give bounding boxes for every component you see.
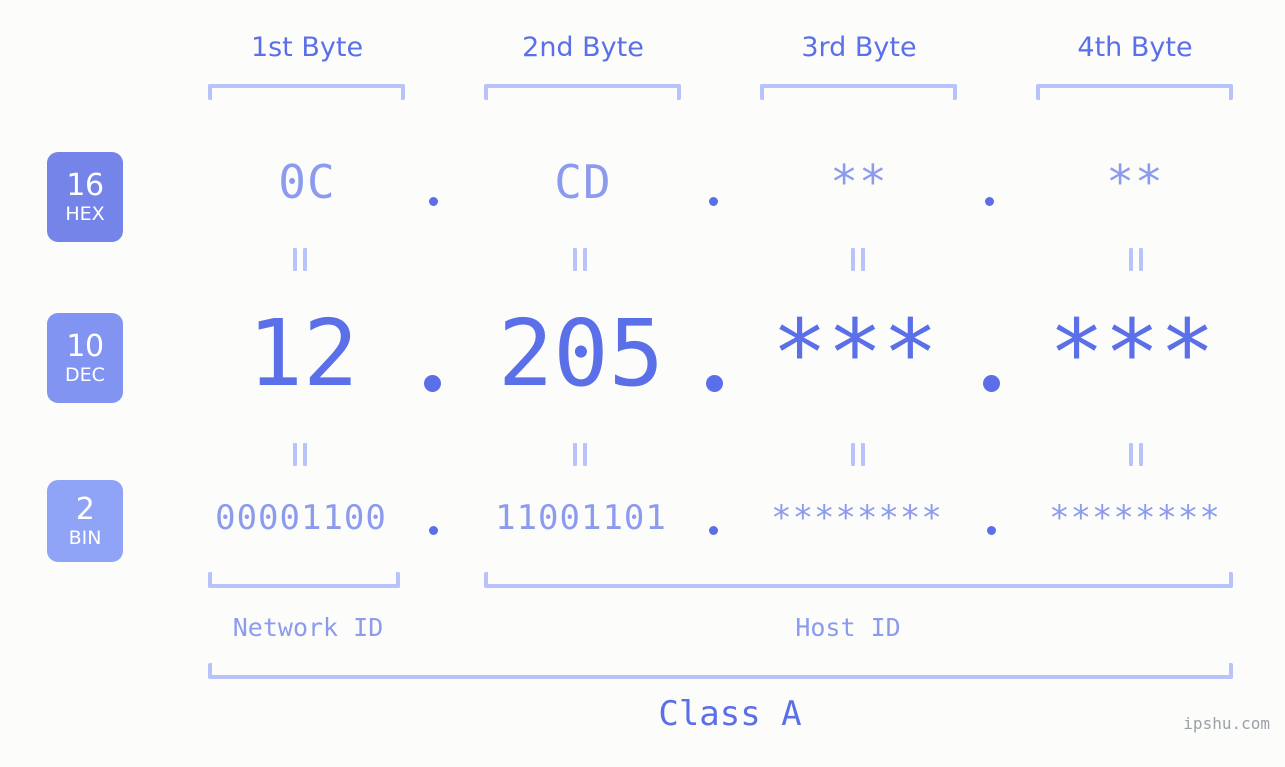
base-badge-bin-number: 2 (75, 491, 95, 527)
dec-value-byte-3: *** (771, 300, 939, 407)
base-badge-bin-name: BIN (68, 526, 102, 549)
byte-bracket-2 (484, 84, 681, 100)
base-badge-dec-number: 10 (66, 328, 104, 364)
bin-value-byte-4: ******** (1049, 498, 1221, 538)
hex-value-byte-1: 0C (278, 155, 336, 209)
dec-dot-separator-1 (424, 375, 441, 392)
base-badge-dec: 10 DEC (47, 313, 123, 403)
hex-value-byte-4: ** (1106, 155, 1164, 209)
equality-mark-dec-bin-3 (851, 443, 866, 466)
bin-dot-separator-1 (429, 526, 438, 535)
base-badge-bin: 2 BIN (47, 480, 123, 562)
base-badge-hex-number: 16 (66, 167, 104, 203)
hex-dot-separator-3 (985, 197, 994, 206)
equality-mark-dec-bin-4 (1129, 443, 1144, 466)
hex-value-byte-2: CD (554, 155, 612, 209)
hex-dot-separator-1 (429, 197, 438, 206)
byte-header-4: 4th Byte (1077, 32, 1193, 63)
byte-header-2: 2nd Byte (522, 32, 644, 63)
class-label: Class A (658, 694, 802, 734)
base-badge-hex-name: HEX (65, 202, 105, 225)
equality-mark-hex-dec-2 (573, 248, 588, 271)
byte-bracket-1 (208, 84, 405, 100)
hex-value-byte-3: ** (830, 155, 888, 209)
dec-dot-separator-3 (983, 375, 1000, 392)
ip-byte-diagram: 1st Byte 2nd Byte 3rd Byte 4th Byte 16 H… (0, 0, 1285, 767)
bin-dot-separator-3 (987, 526, 996, 535)
bin-dot-separator-2 (709, 526, 718, 535)
dec-value-byte-4: *** (1048, 300, 1216, 407)
byte-header-1: 1st Byte (250, 32, 364, 63)
network-id-bracket (208, 572, 400, 588)
byte-bracket-3 (760, 84, 957, 100)
bin-value-byte-1: 00001100 (215, 498, 387, 538)
byte-bracket-4 (1036, 84, 1233, 100)
dec-dot-separator-2 (706, 375, 723, 392)
equality-mark-hex-dec-3 (851, 248, 866, 271)
watermark: ipshu.com (1183, 714, 1270, 733)
bin-value-byte-2: 11001101 (495, 498, 667, 538)
byte-header-3: 3rd Byte (801, 32, 917, 63)
base-badge-hex: 16 HEX (47, 152, 123, 242)
equality-mark-hex-dec-1 (293, 248, 308, 271)
base-badge-dec-name: DEC (65, 363, 105, 386)
class-bracket (208, 663, 1233, 679)
equality-mark-dec-bin-1 (293, 443, 308, 466)
host-id-label: Host ID (795, 613, 901, 642)
host-id-bracket (484, 572, 1233, 588)
hex-dot-separator-2 (709, 197, 718, 206)
equality-mark-dec-bin-2 (573, 443, 588, 466)
dec-value-byte-1: 12 (247, 300, 359, 407)
bin-value-byte-3: ******** (771, 498, 943, 538)
dec-value-byte-2: 205 (497, 300, 665, 407)
network-id-label: Network ID (232, 613, 384, 642)
equality-mark-hex-dec-4 (1129, 248, 1144, 271)
